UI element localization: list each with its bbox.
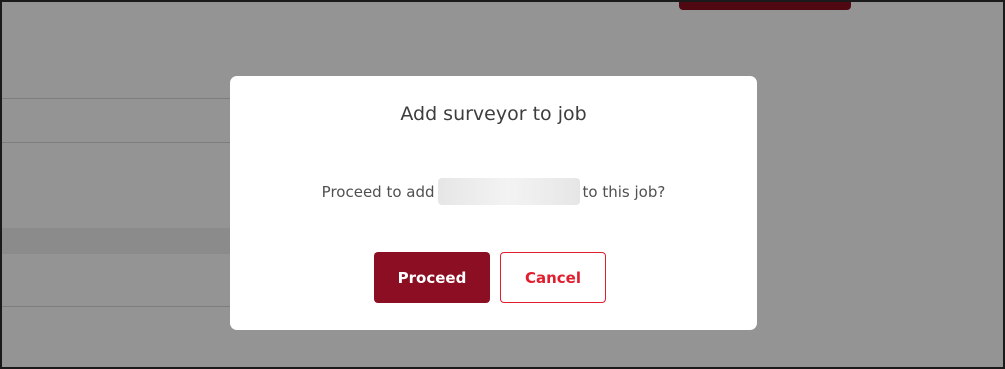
message-prefix: Proceed to add: [321, 182, 435, 201]
app-window: Add surveyor to job Proceed to add to th…: [0, 0, 1005, 369]
cancel-button[interactable]: Cancel: [500, 252, 606, 303]
confirm-dialog: Add surveyor to job Proceed to add to th…: [230, 76, 757, 330]
dialog-message: Proceed to add to this job?: [230, 178, 757, 205]
dialog-title: Add surveyor to job: [400, 103, 587, 125]
message-suffix: to this job?: [582, 182, 666, 201]
proceed-button[interactable]: Proceed: [374, 252, 490, 303]
redacted-surveyor-name: [437, 178, 580, 205]
